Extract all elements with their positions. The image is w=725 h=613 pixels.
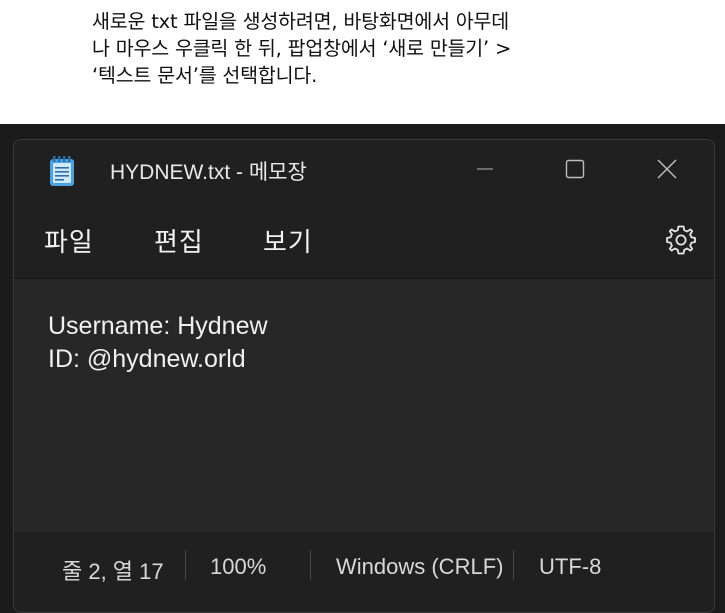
notepad-icon: [50, 156, 74, 186]
line-ending: Windows (CRLF): [336, 554, 504, 579]
editor-line[interactable]: Username: Hydnew: [48, 312, 268, 341]
maximize-button[interactable]: [552, 148, 598, 190]
title-bar[interactable]: HYDNEW.txt - 메모장: [14, 140, 714, 202]
text-editor[interactable]: Username: Hydnew ID: @hydnew.orld: [14, 279, 714, 532]
status-bar: 줄 2, 열 17 100% Windows (CRLF) UTF-8: [14, 532, 714, 612]
minimize-button[interactable]: [462, 148, 508, 190]
caption-line: ‘텍스트 문서’를 선택합니다.: [92, 64, 318, 87]
menu-view[interactable]: 보기: [263, 222, 313, 259]
caption-line: 새로운 txt 파일을 생성하려면, 바탕화면에서 아무데: [92, 10, 510, 33]
status-divider: [513, 550, 514, 580]
gear-icon[interactable]: [664, 223, 698, 257]
status-divider: [310, 550, 311, 580]
notepad-window: HYDNEW.txt - 메모장 파일 편집 보기 Username: Hydn…: [13, 139, 715, 613]
cursor-position: 줄 2, 열 17: [62, 559, 164, 584]
window-title: HYDNEW.txt - 메모장: [110, 161, 307, 184]
encoding: UTF-8: [539, 554, 602, 579]
status-divider: [185, 550, 186, 580]
menu-file[interactable]: 파일: [44, 222, 94, 259]
zoom-level: 100%: [210, 554, 267, 579]
maximize-icon: [565, 159, 585, 179]
editor-line[interactable]: ID: @hydnew.orld: [48, 345, 246, 374]
close-icon: [657, 159, 677, 179]
caption-line: 나 마우스 우클릭 한 뒤, 팝업창에서 ‘새로 만들기’ >: [92, 37, 512, 60]
instruction-caption: 새로운 txt 파일을 생성하려면, 바탕화면에서 아무데 나 마우스 우클릭 …: [92, 8, 652, 89]
menu-edit[interactable]: 편집: [154, 222, 204, 259]
menu-bar: 파일 편집 보기: [14, 202, 714, 279]
minimize-icon: [477, 168, 493, 170]
close-button[interactable]: [644, 148, 690, 190]
